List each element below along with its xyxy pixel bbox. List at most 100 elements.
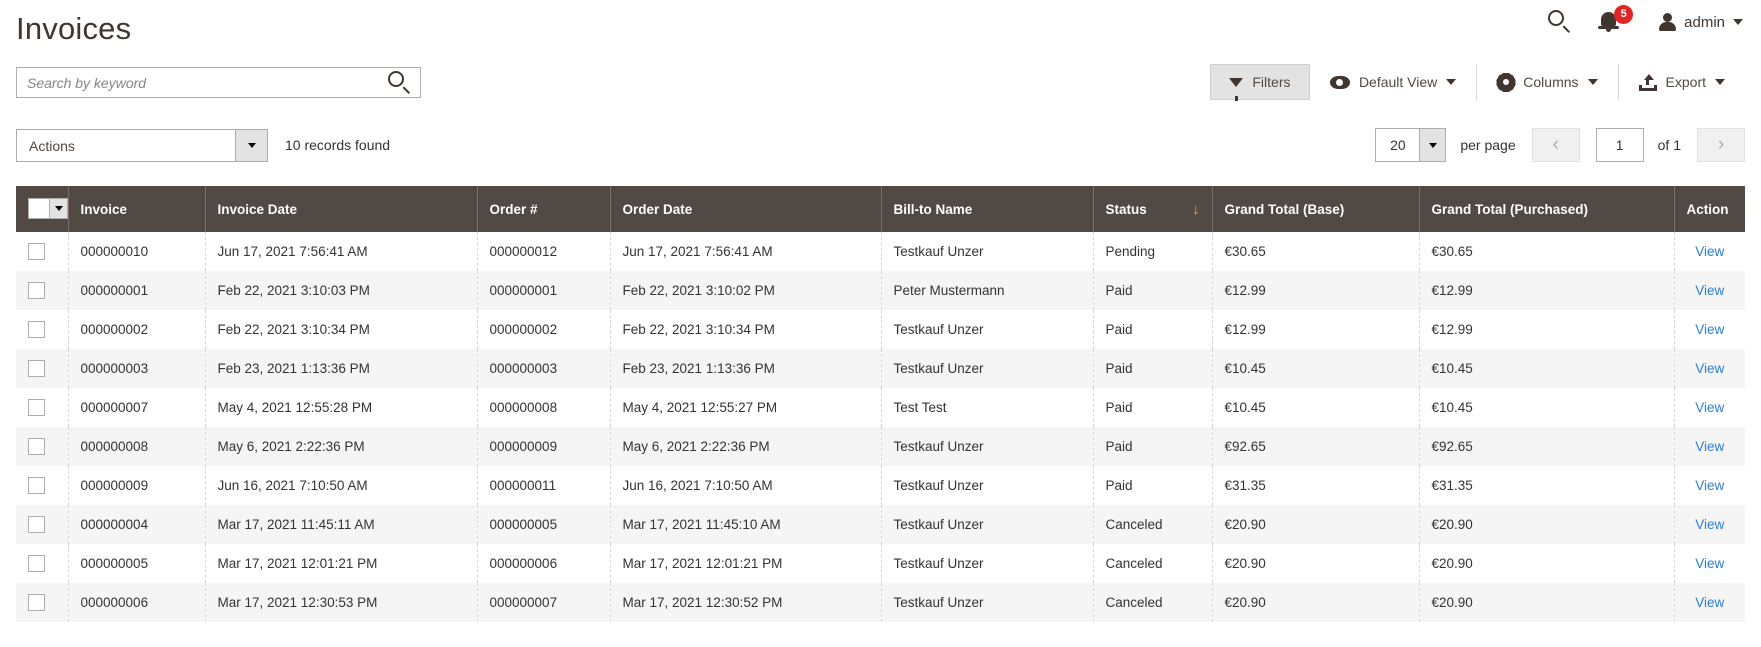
grid-header-row: Invoice Invoice Date Order # Order Date … (16, 186, 1745, 232)
view-link[interactable]: View (1695, 556, 1724, 571)
cell-status: Paid (1093, 310, 1213, 349)
cell-action: View (1674, 427, 1745, 466)
view-link[interactable]: View (1695, 400, 1724, 415)
row-select-cell (16, 310, 69, 349)
cell-action: View (1674, 505, 1745, 544)
cell-bill-to: Testkauf Unzer (881, 310, 1094, 349)
cell-grand-total-base: €31.35 (1212, 466, 1420, 505)
cell-status: Canceled (1093, 505, 1213, 544)
filters-button[interactable]: Filters (1209, 64, 1310, 101)
cell-order-no: 000000011 (477, 466, 611, 505)
column-header-invoice[interactable]: Invoice (68, 186, 206, 232)
column-header-order-no[interactable]: Order # (477, 186, 611, 232)
row-checkbox[interactable] (28, 438, 45, 455)
cell-status: Paid (1093, 427, 1213, 466)
cell-grand-total-purchased: €12.99 (1419, 310, 1675, 349)
eye-icon (1329, 75, 1350, 89)
cell-invoice-date: Feb 22, 2021 3:10:34 PM (205, 310, 478, 349)
chevron-down-icon (54, 205, 63, 211)
view-link[interactable]: View (1695, 439, 1724, 454)
cell-invoice: 000000010 (68, 232, 206, 271)
column-header-grand-total-base[interactable]: Grand Total (Base) (1212, 186, 1420, 232)
row-checkbox[interactable] (28, 555, 45, 572)
per-page-dropdown[interactable]: 20 (1375, 128, 1447, 162)
row-checkbox[interactable] (28, 399, 45, 416)
cell-invoice: 000000002 (68, 310, 206, 349)
invoices-grid: Invoice Invoice Date Order # Order Date … (16, 186, 1745, 622)
column-header-status[interactable]: Status ↓ (1093, 186, 1213, 232)
column-header-invoice-date[interactable]: Invoice Date (205, 186, 478, 232)
view-link[interactable]: View (1695, 322, 1724, 337)
actions-dropdown[interactable]: Actions (16, 129, 268, 162)
view-link[interactable]: View (1695, 595, 1724, 610)
cell-invoice-date: Jun 17, 2021 7:56:41 AM (205, 232, 478, 271)
row-checkbox[interactable] (28, 360, 45, 377)
column-header-select-all[interactable] (16, 186, 69, 232)
cell-invoice-date: May 4, 2021 12:55:28 PM (205, 388, 478, 427)
cell-invoice-date: May 6, 2021 2:22:36 PM (205, 427, 478, 466)
row-checkbox[interactable] (28, 321, 45, 338)
cell-bill-to: Testkauf Unzer (881, 466, 1094, 505)
cell-grand-total-base: €20.90 (1212, 583, 1420, 622)
cell-grand-total-base: €10.45 (1212, 349, 1420, 388)
search-submit-button[interactable] (380, 68, 420, 97)
default-view-label: Default View (1358, 74, 1438, 90)
column-header-order-date[interactable]: Order Date (610, 186, 882, 232)
view-link[interactable]: View (1695, 517, 1724, 532)
row-checkbox[interactable] (28, 282, 45, 299)
arrow-down-icon: ↓ (1192, 200, 1200, 218)
table-row: 000000010 Jun 17, 2021 7:56:41 AM 00000001… (16, 232, 1745, 271)
row-select-cell (16, 349, 69, 388)
column-header-grand-total-purchased[interactable]: Grand Total (Purchased) (1419, 186, 1675, 232)
column-header-bill-to-name[interactable]: Bill-to Name (881, 186, 1094, 232)
view-link[interactable]: View (1695, 478, 1724, 493)
cell-invoice: 000000006 (68, 583, 206, 622)
chevron-down-icon (1428, 142, 1437, 148)
cell-action: View (1674, 310, 1745, 349)
chevron-down-icon (1733, 19, 1743, 25)
table-row: 000000009 Jun 16, 2021 7:10:50 AM 00000001… (16, 466, 1745, 505)
cell-order-date: Feb 22, 2021 3:10:02 PM (610, 271, 882, 310)
cell-order-date: Jun 17, 2021 7:56:41 AM (610, 232, 882, 271)
cell-status: Canceled (1093, 583, 1213, 622)
user-menu[interactable]: admin (1659, 13, 1743, 31)
default-view-dropdown[interactable]: Default View (1310, 64, 1476, 100)
cell-bill-to: Testkauf Unzer (881, 583, 1094, 622)
notifications-button[interactable]: 5 (1598, 5, 1634, 36)
search-icon (387, 70, 413, 96)
cell-order-no: 000000005 (477, 505, 611, 544)
cell-bill-to: Testkauf Unzer (881, 349, 1094, 388)
global-search-button[interactable] (1547, 9, 1573, 35)
columns-dropdown[interactable]: Columns (1476, 64, 1617, 100)
row-checkbox[interactable] (28, 477, 45, 494)
next-page-button[interactable]: › (1697, 128, 1745, 162)
table-row: 000000004 Mar 17, 2021 11:45:11 AM 0000000… (16, 505, 1745, 544)
actions-label: Actions (29, 137, 75, 154)
select-all-dropdown[interactable] (28, 197, 68, 219)
chevron-down-icon (1587, 79, 1598, 85)
view-link[interactable]: View (1695, 244, 1724, 259)
export-dropdown[interactable]: Export (1617, 64, 1745, 100)
cell-order-no: 000000002 (477, 310, 611, 349)
select-all-dropdown-arrow[interactable] (49, 198, 67, 218)
notification-count-badge: 5 (1614, 5, 1634, 24)
select-all-checkbox[interactable] (29, 198, 49, 218)
per-page-dropdown-arrow (1419, 129, 1446, 161)
cell-grand-total-base: €30.65 (1212, 232, 1420, 271)
row-checkbox[interactable] (28, 243, 45, 260)
chevron-down-icon (1446, 79, 1457, 85)
view-link[interactable]: View (1695, 283, 1724, 298)
row-select-cell (16, 427, 69, 466)
page-number-input[interactable] (1595, 128, 1644, 162)
previous-page-button[interactable]: ‹ (1531, 128, 1580, 162)
view-link[interactable]: View (1695, 361, 1724, 376)
cell-grand-total-purchased: €31.35 (1419, 466, 1675, 505)
cell-invoice-date: Feb 23, 2021 1:13:36 PM (205, 349, 478, 388)
row-checkbox[interactable] (28, 594, 45, 611)
row-checkbox[interactable] (28, 516, 45, 533)
grid-body: 000000010 Jun 17, 2021 7:56:41 AM 00000001… (16, 232, 1745, 622)
column-header-status-label: Status (1105, 201, 1147, 217)
cell-order-date: Mar 17, 2021 11:45:10 AM (610, 505, 882, 544)
search-input[interactable] (17, 68, 380, 97)
cell-invoice-date: Mar 17, 2021 12:01:21 PM (205, 544, 478, 583)
